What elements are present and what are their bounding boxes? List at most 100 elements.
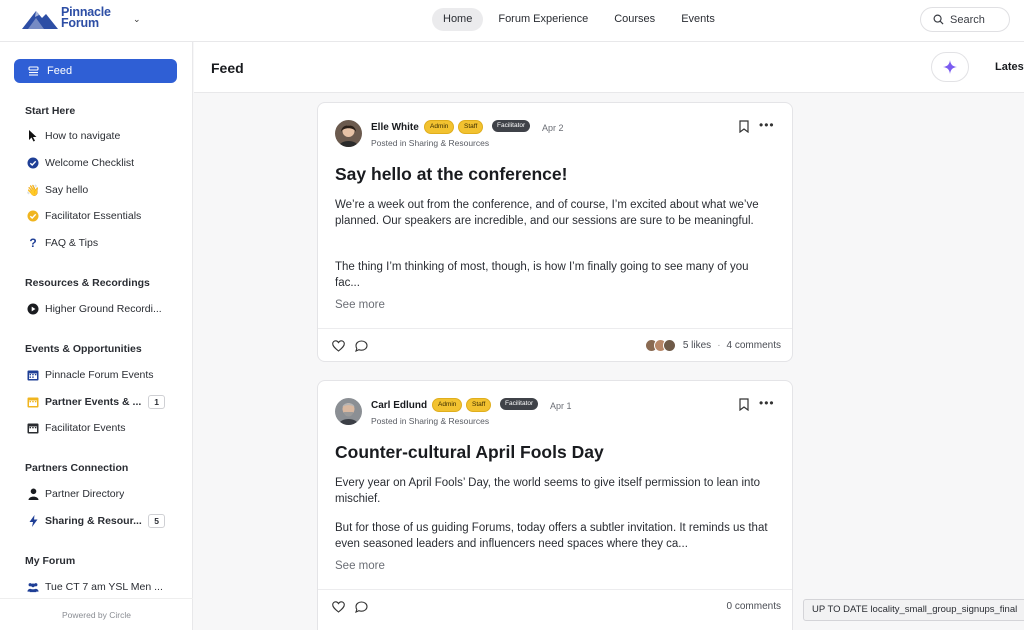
question-icon: ? <box>29 236 37 250</box>
sidebar-item-label: Partner Events & ... <box>45 396 142 408</box>
post-body-paragraph: Every year on April Fools’ Day, the worl… <box>335 477 761 505</box>
post-card: Carl Edlund Admin Staff Facilitator Apr … <box>317 380 793 630</box>
section-title-my-forum[interactable]: My Forum <box>25 555 75 567</box>
sidebar-item-say-hello[interactable]: 👋 Say hello <box>26 182 177 198</box>
sidebar-item-label: How to navigate <box>45 130 121 142</box>
bookmark-icon[interactable] <box>739 398 749 416</box>
ai-sparkle-button[interactable] <box>931 52 969 82</box>
post-body-paragraph: But for those of us guiding Forums, toda… <box>335 522 768 550</box>
sidebar: Feed Start Here How to navigate Welcome … <box>0 42 193 630</box>
see-more-link[interactable]: See more <box>335 299 385 311</box>
author-name[interactable]: Carl Edlund <box>371 400 427 411</box>
sparkle-icon <box>943 60 957 74</box>
sidebar-item-label: Sharing & Resour... <box>45 515 142 527</box>
nav-events[interactable]: Events <box>670 8 726 31</box>
page-title: Feed <box>211 60 244 76</box>
person-icon <box>27 488 39 500</box>
author-avatar[interactable] <box>335 120 362 147</box>
feed-header: Feed Latest <box>194 42 1024 93</box>
sidebar-item-higher-ground[interactable]: Higher Ground Recordi... <box>27 301 177 317</box>
post-body-paragraph: We’re a week out from the conference, an… <box>335 199 759 227</box>
author-avatar[interactable] <box>335 398 362 425</box>
sidebar-item-facilitator-events[interactable]: Facilitator Events <box>27 420 177 436</box>
comment-icon[interactable] <box>355 339 368 357</box>
sidebar-item-feed[interactable]: Feed <box>14 59 177 83</box>
comment-icon[interactable] <box>355 600 368 618</box>
comments-count[interactable]: 4 comments <box>727 340 781 351</box>
unread-count-badge: 1 <box>148 395 165 409</box>
role-tag-facilitator: Facilitator <box>500 398 539 410</box>
sidebar-item-partner-events[interactable]: Partner Events & ... 1 <box>27 394 177 410</box>
sidebar-item-label: Pinnacle Forum Events <box>45 369 154 381</box>
see-more-link[interactable]: See more <box>335 560 385 572</box>
liker-avatars[interactable] <box>644 339 676 352</box>
logo[interactable]: Pinnacle Forum <box>22 6 111 30</box>
sidebar-item-how-to-navigate[interactable]: How to navigate <box>27 128 177 144</box>
sidebar-item-facilitator-essentials[interactable]: Facilitator Essentials <box>27 208 177 224</box>
sidebar-item-label: Partner Directory <box>45 488 125 500</box>
sidebar-item-welcome-checklist[interactable]: Welcome Checklist <box>27 155 177 171</box>
sidebar-item-sharing-resources[interactable]: Sharing & Resour... 5 <box>27 513 177 529</box>
nav-home[interactable]: Home <box>432 8 484 31</box>
role-tag-facilitator: Facilitator <box>492 120 531 132</box>
post-date[interactable]: Apr 2 <box>542 123 564 133</box>
comments-count[interactable]: 0 comments <box>727 601 781 612</box>
unread-count-badge: 5 <box>148 514 165 528</box>
role-tag-staff: Staff <box>458 120 484 134</box>
post-title[interactable]: Counter-cultural April Fools Day <box>335 442 604 463</box>
check-circle-icon <box>27 157 39 169</box>
feed-label: Feed <box>47 65 73 77</box>
heart-icon[interactable] <box>332 600 345 618</box>
section-title-partners[interactable]: Partners Connection <box>25 462 128 474</box>
sidebar-item-label: Welcome Checklist <box>45 157 135 169</box>
sidebar-item-label: Tue CT 7 am YSL Men ... <box>45 581 163 593</box>
chevron-down-icon[interactable]: ⌄ <box>133 14 141 25</box>
bolt-icon <box>27 515 39 527</box>
sidebar-item-pinnacle-events[interactable]: Pinnacle Forum Events <box>27 367 177 383</box>
search-button[interactable]: Search <box>920 7 1010 32</box>
sidebar-item-label: Facilitator Events <box>45 422 126 434</box>
bookmark-icon[interactable] <box>739 120 749 138</box>
post-title[interactable]: Say hello at the conference! <box>335 164 567 185</box>
post-body-paragraph: The thing I’m thinking of most, though, … <box>335 261 749 289</box>
calendar-dark-icon <box>27 422 39 434</box>
section-title-start-here[interactable]: Start Here <box>25 105 75 117</box>
author-name[interactable]: Elle White <box>371 122 419 133</box>
section-title-events[interactable]: Events & Opportunities <box>25 343 142 355</box>
sidebar-item-faq-tips[interactable]: ? FAQ & Tips <box>27 235 177 251</box>
nav-forum-experience[interactable]: Forum Experience <box>487 8 599 31</box>
section-title-resources[interactable]: Resources & Recordings <box>25 277 150 289</box>
sidebar-item-label: Facilitator Essentials <box>45 210 142 222</box>
main-nav: Home Forum Experience Courses Events <box>432 8 726 31</box>
more-options-icon[interactable]: ••• <box>759 396 775 410</box>
sort-dropdown[interactable]: Latest <box>995 61 1024 73</box>
nav-courses[interactable]: Courses <box>603 8 666 31</box>
posted-in[interactable]: Posted in Sharing & Resources <box>371 416 489 426</box>
heart-icon[interactable] <box>332 339 345 357</box>
sidebar-item-partner-directory[interactable]: Partner Directory <box>27 486 177 502</box>
post-card: Elle White Admin Staff Facilitator Apr 2… <box>317 102 793 362</box>
cursor-icon <box>27 130 39 142</box>
status-toast[interactable]: UP TO DATE locality_small_group_signups_… <box>803 599 1024 621</box>
likes-count[interactable]: 5 likes <box>683 340 711 351</box>
posted-in[interactable]: Posted in Sharing & Resources <box>371 138 489 148</box>
more-options-icon[interactable]: ••• <box>759 118 775 132</box>
group-icon <box>27 581 39 593</box>
calendar-icon <box>27 369 39 381</box>
logo-line2: Forum <box>61 16 99 30</box>
calendar-gold-icon <box>27 396 39 408</box>
role-tag-admin: Admin <box>432 398 463 412</box>
divider <box>318 328 792 329</box>
play-icon <box>27 303 39 315</box>
mountain-logo-icon <box>22 11 58 29</box>
sidebar-item-label: Higher Ground Recordi... <box>45 303 162 315</box>
sidebar-item-tue-ct[interactable]: Tue CT 7 am YSL Men ... <box>27 579 177 595</box>
post-date[interactable]: Apr 1 <box>550 401 572 411</box>
top-navigation: Pinnacle Forum ⌄ Home Forum Experience C… <box>0 0 1024 42</box>
role-tag-admin: Admin <box>424 120 455 134</box>
post-stats: 5 likes · 4 comments <box>644 339 781 352</box>
search-icon <box>933 14 944 25</box>
post-stats: 0 comments <box>727 601 781 612</box>
sidebar-item-label: Say hello <box>45 184 89 196</box>
powered-by[interactable]: Powered by Circle <box>0 598 193 630</box>
